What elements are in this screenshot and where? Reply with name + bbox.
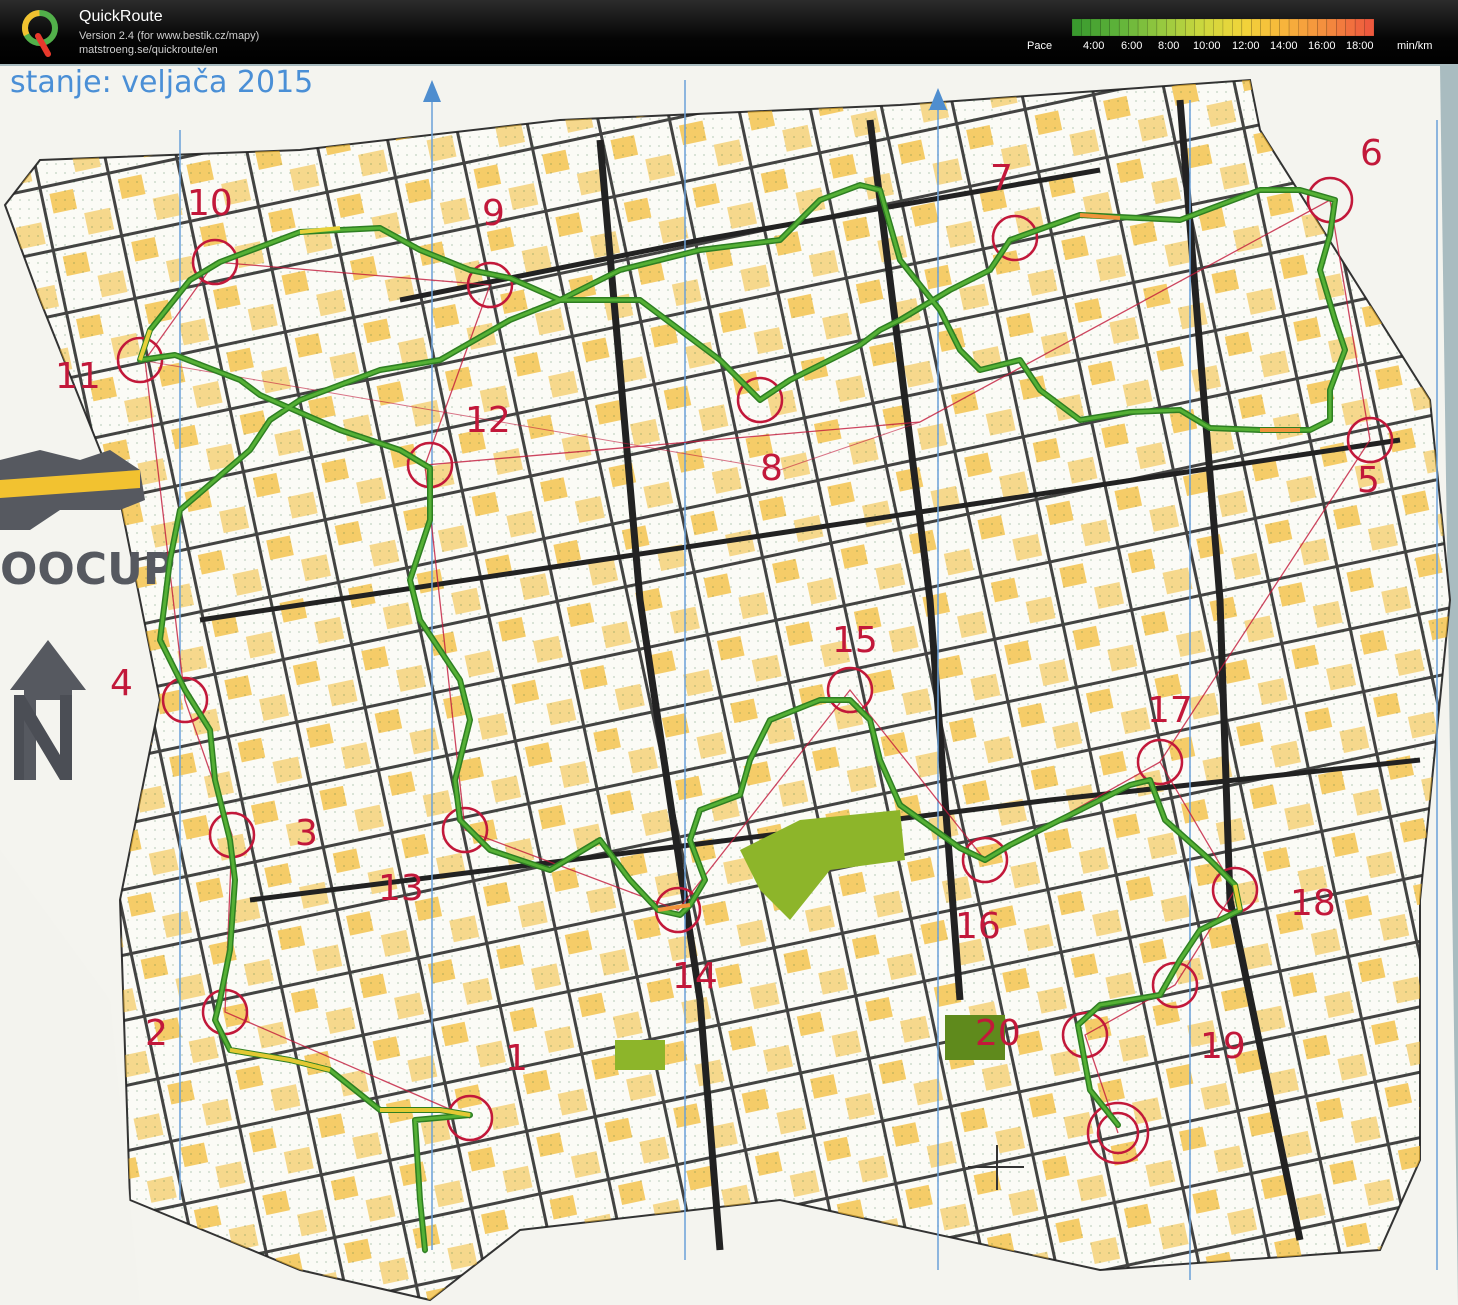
pace-tick: 16:00 [1308,40,1336,52]
svg-text:OOCUP: OOCUP [0,544,175,595]
pace-color-cell [1166,19,1177,36]
pace-tick: 4:00 [1083,40,1105,52]
pace-color-cell [1222,19,1233,36]
control-number: 5 [1357,460,1380,501]
version-text: Version 2.4 (for www.bestik.cz/mapy) [79,30,260,42]
pace-color-cell [1345,19,1356,36]
control-number: 20 [975,1013,1021,1054]
pace-color-cell [1326,19,1337,36]
pace-color-cell [1260,19,1271,36]
control-number: 9 [482,193,505,234]
pace-color-cell [1354,19,1365,36]
pace-color-cell [1298,19,1309,36]
pace-color-cell [1213,19,1224,36]
pace-color-cell [1251,19,1261,36]
control-number: 7 [990,158,1013,199]
pace-color-cell [1336,19,1346,36]
pace-tick: 6:00 [1121,40,1143,52]
pace-tick: 10:00 [1193,40,1221,52]
app-title: QuickRoute [79,8,163,25]
pace-tick: 18:00 [1346,40,1374,52]
control-number: 15 [832,620,878,661]
pace-tick: 12:00 [1232,40,1260,52]
control-number: 13 [378,868,424,909]
pace-color-cell [1090,19,1101,36]
pace-color-cell [1288,19,1299,36]
pace-color-cell [1128,19,1139,36]
url-text: matstroeng.se/quickroute/en [79,44,218,56]
pace-tick: 8:00 [1158,40,1180,52]
map-canvas: stanje: veljača 2015 OOCUP 1 2 3 4 5 6 7… [0,65,1458,1305]
pace-color-cell [1072,19,1082,36]
control-number: 11 [55,356,101,397]
orienteering-map[interactable]: stanje: veljača 2015 OOCUP 1 2 3 4 5 6 7… [0,64,1458,1305]
quickroute-logo-icon [22,10,58,57]
pace-color-cell [1307,19,1318,36]
pace-color-cell [1109,19,1120,36]
pace-color-cell [1203,19,1214,36]
control-number: 8 [760,448,783,489]
pace-color-cell [1232,19,1243,36]
pace-color-cell [1137,19,1148,36]
pace-color-cell [1269,19,1280,36]
control-number: 4 [110,663,133,704]
pace-color-cell [1185,19,1195,36]
pace-color-cell [1156,19,1167,36]
pace-color-cell [1100,19,1110,36]
pace-color-bar [1072,19,1374,36]
pace-label: Pace [1027,40,1053,52]
pace-tick: 14:00 [1270,40,1298,52]
control-number: 14 [672,956,718,997]
pace-color-cell [1194,19,1205,36]
control-number: 16 [955,906,1001,947]
pace-unit: min/km [1397,40,1433,52]
pace-color-cell [1241,19,1252,36]
pace-color-cell [1147,19,1158,36]
pace-color-cell [1279,19,1290,36]
pace-color-cell [1175,19,1186,36]
pace-color-cell [1364,19,1374,36]
pace-color-cell [1118,19,1129,36]
control-number: 2 [145,1013,168,1054]
control-number: 19 [1200,1026,1246,1067]
control-number: 3 [295,813,318,854]
control-number: 12 [465,400,511,441]
control-number: 10 [187,183,233,224]
control-number: 18 [1290,883,1336,924]
control-number: 6 [1360,133,1383,174]
control-number: 17 [1147,690,1193,731]
pace-color-cell [1317,19,1328,36]
map-header-text: stanje: veljača 2015 [10,65,313,100]
pace-color-cell [1081,19,1092,36]
green-area [615,1040,665,1070]
app-header: QuickRoute Version 2.4 (for www.bestik.c… [0,0,1458,64]
control-number: 1 [505,1038,528,1079]
